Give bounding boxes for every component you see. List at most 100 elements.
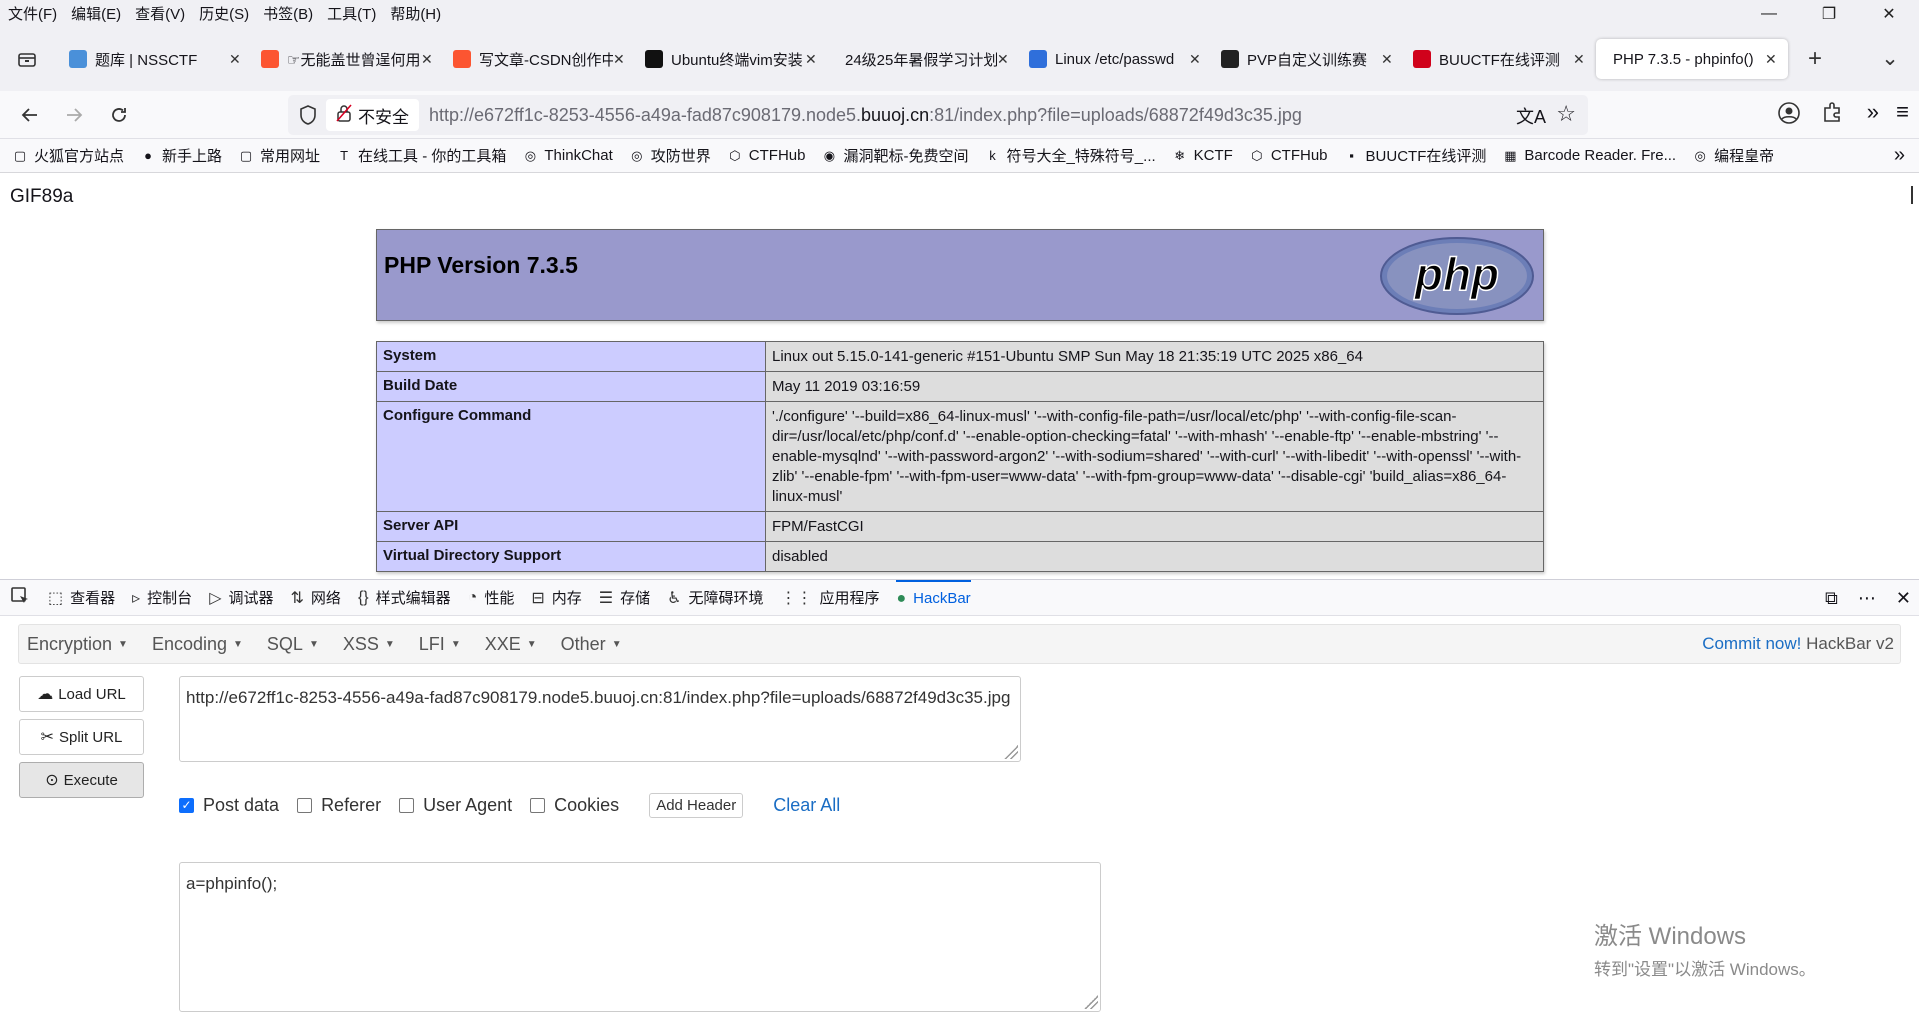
devtools-tab[interactable]: ⬚ 查看器 (48, 580, 115, 616)
tab-close-icon[interactable]: ✕ (1573, 51, 1587, 68)
insecure-indicator[interactable]: 不安全 (326, 99, 419, 131)
execute-button[interactable]: ⊙ Execute (19, 762, 144, 798)
browser-tab[interactable]: Linux /etc/passwd ✕ (1020, 39, 1212, 79)
bookmark-star-icon[interactable]: ☆ (1556, 101, 1576, 127)
option-checkbox[interactable]: Referer (297, 795, 381, 816)
add-header-button[interactable]: Add Header (649, 792, 744, 818)
bookmark-item[interactable]: ● 新手上路 (140, 145, 222, 166)
forward-button[interactable] (55, 96, 93, 134)
menu-item[interactable]: 编辑(E) (71, 3, 121, 24)
resize-grip-icon[interactable] (1004, 745, 1018, 759)
hackbar-menu-item[interactable]: Encryption ▼ (27, 634, 128, 655)
devtools-tab[interactable]: ▷ 调试器 (209, 580, 273, 616)
bookmark-item[interactable]: ◎ 编程皇帝 (1692, 145, 1774, 166)
devtools-tab[interactable]: ⋮⋮ 应用程序 (780, 580, 879, 616)
overflow-chevron-icon[interactable]: » (1867, 99, 1879, 125)
tab-close-icon[interactable]: ✕ (1765, 51, 1779, 68)
more-icon[interactable]: ⋯ (1858, 588, 1876, 609)
element-picker-icon[interactable] (10, 586, 30, 610)
hackbar-menu-item[interactable]: XXE ▼ (485, 634, 537, 655)
browser-tab[interactable]: BUUCTF在线评测 ✕ (1404, 39, 1596, 79)
browser-tab[interactable]: PVP自定义训练赛 ✕ (1212, 39, 1404, 79)
browser-tab[interactable]: 24级25年暑假学习计划 ✕ (828, 39, 1020, 79)
resize-grip-icon[interactable] (1084, 995, 1098, 1009)
browser-tab[interactable]: 题库 | NSSCTF ✕ (60, 39, 252, 79)
bookmark-item[interactable]: ▦ Barcode Reader. Fre... (1502, 147, 1676, 164)
clear-all-button[interactable]: Clear All (773, 795, 840, 816)
hackbar-menu-item[interactable]: XSS ▼ (343, 634, 395, 655)
checkbox-icon[interactable] (530, 797, 546, 813)
menu-item[interactable]: 书签(B) (263, 3, 313, 24)
close-window-button[interactable]: ✕ (1859, 0, 1919, 27)
app-menu-icon[interactable]: ≡ (1896, 99, 1909, 125)
hackbar-menu-item[interactable]: Other ▼ (561, 634, 622, 655)
tab-close-icon[interactable]: ✕ (997, 51, 1011, 68)
bookmark-item[interactable]: ⬡ CTFHub (1249, 147, 1327, 164)
tab-overview-icon[interactable] (8, 40, 46, 78)
browser-tab[interactable]: 写文章-CSDN创作中心✕ (444, 39, 636, 79)
url-bar[interactable]: 不安全 http://e672ff1c-8253-4556-a49a-fad87… (288, 95, 1588, 135)
menu-item[interactable]: 帮助(H) (390, 3, 441, 24)
close-devtools-icon[interactable]: ✕ (1896, 588, 1911, 609)
dock-icon[interactable]: ⧉ (1825, 588, 1838, 609)
split-url-button[interactable]: ✂ Split URL (19, 719, 144, 755)
option-checkbox[interactable]: ✓ Post data (179, 795, 279, 816)
menu-item[interactable]: 查看(V) (135, 3, 185, 24)
tab-list-button[interactable]: ⌄ (1871, 39, 1909, 77)
checkbox-icon[interactable] (297, 797, 313, 813)
bookmark-item[interactable]: ▢ 火狐官方站点 (12, 145, 124, 166)
bookmark-item[interactable]: k 符号大全_特殊符号_... (984, 145, 1155, 166)
checkbox-icon[interactable] (399, 797, 415, 813)
post-data-textarea[interactable]: a=phpinfo(); (179, 862, 1101, 1012)
bookmark-item[interactable]: T 在线工具 - 你的工具箱 (336, 145, 506, 166)
bookmark-item[interactable]: ◉ 漏洞靶标-免费空间 (821, 145, 969, 166)
tab-close-icon[interactable]: ✕ (1189, 51, 1203, 68)
browser-tab[interactable]: ☞无能盖世曾逞何用 ✕ (252, 39, 444, 79)
option-checkbox[interactable]: Cookies (530, 795, 619, 816)
reload-button[interactable] (100, 96, 138, 134)
translate-icon[interactable]: 文A (1516, 103, 1546, 129)
checkbox-icon[interactable]: ✓ (179, 797, 194, 813)
browser-tab[interactable]: Ubuntu终端vim安装 ✕ (636, 39, 828, 79)
tab-close-icon[interactable]: ✕ (421, 51, 435, 68)
commit-now-link[interactable]: Commit now! (1702, 634, 1801, 653)
bookmark-icon: ● (144, 148, 152, 163)
hackbar-menu-item[interactable]: SQL ▼ (267, 634, 319, 655)
shield-icon[interactable] (298, 104, 318, 131)
bookmark-item[interactable]: ❄ KCTF (1172, 147, 1233, 164)
menu-item[interactable]: 工具(T) (327, 3, 376, 24)
minimize-button[interactable]: — (1739, 0, 1799, 27)
browser-tab[interactable]: PHP 7.3.5 - phpinfo() ✕ (1596, 39, 1788, 79)
new-tab-button[interactable]: + (1796, 40, 1834, 78)
bookmark-item[interactable]: ◎ ThinkChat (522, 147, 613, 164)
restore-button[interactable]: ❐ (1799, 0, 1859, 27)
devtools-tab[interactable]: ♿ 无障碍环境 (667, 580, 763, 616)
bookmark-item[interactable]: ◎ 攻防世界 (629, 145, 711, 166)
hackbar-menu-item[interactable]: LFI ▼ (419, 634, 461, 655)
devtools-tab[interactable]: ▹ 控制台 (132, 580, 192, 616)
menu-item[interactable]: 历史(S) (199, 3, 249, 24)
devtools-tab[interactable]: ⇅ 网络 (291, 580, 341, 616)
account-icon[interactable] (1777, 101, 1801, 130)
tab-close-icon[interactable]: ✕ (613, 51, 627, 68)
tab-close-icon[interactable]: ✕ (229, 51, 243, 68)
bookmark-item[interactable]: ▢ 常用网址 (238, 145, 320, 166)
devtools-tab[interactable]: ● HackBar (896, 579, 971, 616)
back-button[interactable] (11, 96, 49, 134)
devtools-tab[interactable]: ◔ 性能 (468, 580, 515, 616)
tab-close-icon[interactable]: ✕ (1381, 51, 1395, 68)
tab-close-icon[interactable]: ✕ (805, 51, 819, 68)
hackbar-menu-item[interactable]: Encoding ▼ (152, 634, 243, 655)
devtools-tab[interactable]: ☰ 存储 (599, 580, 650, 616)
url-textarea[interactable]: http://e672ff1c-8253-4556-a49a-fad87c908… (179, 676, 1021, 762)
menu-item[interactable]: 文件(F) (8, 3, 57, 24)
option-checkbox[interactable]: User Agent (399, 795, 512, 816)
load-url-button[interactable]: ☁ Load URL (19, 676, 144, 712)
devtools-tab[interactable]: {} 样式编辑器 (358, 580, 451, 616)
extensions-icon[interactable] (1821, 101, 1843, 128)
bookmark-item[interactable]: ▪ BUUCTF在线评测 (1344, 145, 1486, 166)
bookmarks-overflow-icon[interactable]: » (1894, 144, 1905, 167)
bookmark-item[interactable]: ⬡ CTFHub (727, 147, 805, 164)
devtools-tab[interactable]: ⊟ 内存 (531, 580, 581, 616)
url-text[interactable]: http://e672ff1c-8253-4556-a49a-fad87c908… (429, 105, 1302, 126)
